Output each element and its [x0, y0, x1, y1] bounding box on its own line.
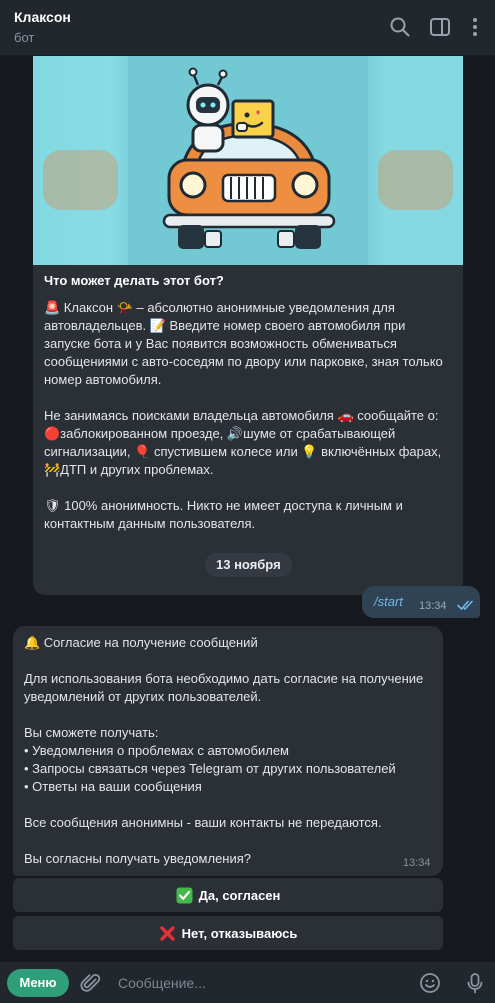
chat-title[interactable]: Клаксон — [14, 9, 71, 25]
message-area[interactable]: Что может делать этот бот? 🚨 Клаксон 📯 –… — [0, 56, 495, 962]
agree-button-label: Да, согласен — [198, 887, 281, 903]
decline-button[interactable]: Нет, отказываюсь — [13, 916, 443, 950]
more-icon[interactable] — [469, 16, 481, 38]
attach-icon[interactable] — [80, 972, 102, 994]
search-icon[interactable] — [389, 16, 411, 38]
outgoing-message[interactable]: /start 13:34 — [362, 586, 480, 618]
message-time: 13:34 — [419, 600, 447, 612]
cross-mark-icon — [159, 925, 175, 941]
message-input[interactable] — [118, 971, 408, 995]
bot-intro-heading: Что может делать этот бот? — [44, 273, 224, 288]
check-mark-icon — [176, 887, 193, 903]
chat-subtitle: бот — [14, 30, 35, 45]
double-check-icon — [457, 600, 473, 611]
sidebar-toggle-icon[interactable] — [429, 16, 451, 38]
incoming-message[interactable]: 🔔 Согласие на получение сообщений Для ис… — [13, 626, 443, 876]
date-separator: 13 ноября — [205, 553, 292, 577]
emoji-icon[interactable] — [419, 972, 441, 994]
chat-header: Клаксон бот — [0, 0, 495, 56]
bot-intro-card: Что может делать этот бот? 🚨 Клаксон 📯 –… — [33, 56, 463, 595]
bot-intro-image — [33, 56, 463, 265]
outgoing-message-text: /start — [374, 594, 403, 609]
decline-button-label: Нет, отказываюсь — [181, 925, 298, 941]
bot-menu-button[interactable]: Меню — [7, 969, 69, 997]
bot-intro-description: 🚨 Клаксон 📯 – абсолютно анонимные уведом… — [44, 300, 443, 531]
agree-button[interactable]: Да, согласен — [13, 878, 443, 912]
incoming-message-text: 🔔 Согласие на получение сообщений Для ис… — [24, 635, 424, 866]
message-composer: Меню — [0, 962, 495, 1003]
microphone-icon[interactable] — [464, 972, 486, 994]
message-time: 13:34 — [403, 857, 431, 869]
